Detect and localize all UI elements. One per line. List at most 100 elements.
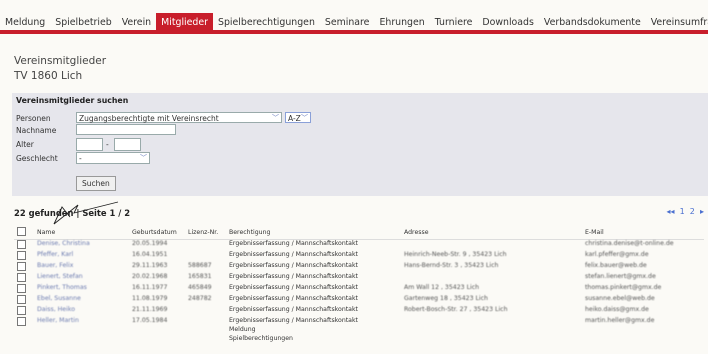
address-cell xyxy=(401,273,582,284)
address-cell xyxy=(401,240,582,252)
member-name-link[interactable]: Pfeffer, Karl xyxy=(34,251,129,262)
berechtigung-cell: Ergebnisserfassung / Mannschaftskontakt xyxy=(226,273,401,284)
nav-item-turniere[interactable]: Turniere xyxy=(430,13,478,30)
row-checkbox[interactable] xyxy=(17,317,26,326)
row-checkbox-cell xyxy=(14,317,34,342)
license-cell xyxy=(185,306,226,317)
table-row: Ebel, Susanne 11.08.1979 248782 Ergebnisser… xyxy=(14,295,704,306)
license-cell: 465849 xyxy=(188,284,212,291)
member-name-link[interactable]: Bauer, Felix xyxy=(34,262,129,273)
member-name-link[interactable]: Lienert, Stefan xyxy=(34,273,129,284)
nachname-input[interactable] xyxy=(76,124,176,135)
row-checkbox-cell xyxy=(14,251,34,262)
row-checkbox-cell xyxy=(14,295,34,306)
berechtigung-cell: Ergebnisserfassung / Mannschaftskontakt xyxy=(226,262,401,273)
nav-item-verein[interactable]: Verein xyxy=(117,13,156,30)
sort-select[interactable]: A-Z ﹀ xyxy=(285,112,311,123)
address-cell: Hans-Bernd-Str. 3 , 35423 Lich xyxy=(404,262,499,269)
birthdate-cell: 16.04.1951 xyxy=(132,251,168,258)
member-name-link[interactable]: Daiss, Heiko xyxy=(34,306,129,317)
member-name-link[interactable]: Ebel, Susanne xyxy=(34,295,129,306)
alter-separator: - xyxy=(106,140,109,149)
row-checkbox-cell xyxy=(14,284,34,295)
member-name-link[interactable]: Heller, Martin xyxy=(34,317,129,342)
page-link-2[interactable]: 2 xyxy=(690,207,695,216)
main-nav: Meldung Spielbetrieb Verein Mitglieder Spiel… xyxy=(0,10,708,34)
nav-item-spielbetrieb[interactable]: Spielbetrieb xyxy=(50,13,116,30)
nav-item-ehrungen[interactable]: Ehrungen xyxy=(374,13,429,30)
member-name-link[interactable]: Pinkert, Thomas xyxy=(34,284,129,295)
club-name: TV 1860 Lich xyxy=(14,70,83,82)
nav-item-seminare[interactable]: Seminare xyxy=(320,13,375,30)
license-cell: 588687 xyxy=(188,262,212,269)
table-row: Denise, Christina 20.05.1994 Ergebnisserfa… xyxy=(14,240,704,252)
next-page-icon[interactable]: ▸ xyxy=(700,207,704,216)
berechtigung-text: Ergebnisserfassung / Mannschaftskontakt xyxy=(229,262,358,269)
page-link-1[interactable]: 1 xyxy=(680,207,685,216)
birthdate-cell: 20.02.1968 xyxy=(132,273,168,280)
row-checkbox[interactable] xyxy=(17,240,26,249)
select-all-checkbox[interactable] xyxy=(17,227,26,236)
table-row: Pinkert, Thomas 16.11.1977 465849 Ergebniss… xyxy=(14,284,704,295)
address-cell: Gartenweg 18 , 35423 Lich xyxy=(404,295,488,302)
birthdate-cell: 17.05.1984 xyxy=(132,317,168,324)
col-lizenz[interactable]: Lizenz-Nr. xyxy=(185,226,226,240)
page-title: Vereinsmitglieder xyxy=(14,55,107,67)
search-panel: Vereinsmitglieder suchen Personen Zugang… xyxy=(12,93,708,196)
alter-to-input[interactable] xyxy=(114,138,141,151)
address-cell: Heinrich-Neeb-Str. 9 , 35423 Lich xyxy=(404,251,507,258)
chevron-down-icon: ﹀ xyxy=(272,114,279,122)
table-row: Lienert, Stefan 20.02.1968 165831 Ergebniss… xyxy=(14,273,704,284)
member-name-link[interactable]: Denise, Christina xyxy=(34,240,129,252)
row-checkbox-cell xyxy=(14,273,34,284)
email-cell: heiko.daiss@gmx.de xyxy=(585,306,649,313)
personen-select[interactable]: Zugangsberechtigte mit Vereinsrecht ﹀ xyxy=(76,112,282,123)
license-cell: 248782 xyxy=(188,295,212,302)
row-checkbox[interactable] xyxy=(17,295,26,304)
suchen-button[interactable]: Suchen xyxy=(76,176,116,191)
row-checkbox[interactable] xyxy=(17,251,26,260)
license-cell xyxy=(185,240,226,252)
personen-value: Zugangsberechtigte mit Vereinsrecht xyxy=(79,114,219,123)
chevron-down-icon: ﹀ xyxy=(301,114,308,122)
berechtigung-text: Ergebnisserfassung / Mannschaftskontakt xyxy=(229,295,358,302)
row-checkbox[interactable] xyxy=(17,262,26,271)
members-table: Name Geburtsdatum Lizenz-Nr. Berechtigun… xyxy=(14,226,704,342)
geschlecht-select[interactable]: - ﹀ xyxy=(76,152,150,164)
nav-item-spielberechtigungen[interactable]: Spielberechtigungen xyxy=(213,13,320,30)
pagination: ◂◂ 1 2 ▸ xyxy=(666,207,704,216)
search-panel-title: Vereinsmitglieder suchen xyxy=(16,96,129,105)
email-cell: christina.denise@t-online.de xyxy=(585,240,674,247)
nav-item-downloads[interactable]: Downloads xyxy=(477,13,539,30)
berechtigung-text: Ergebnisserfassung / Mannschaftskontakt xyxy=(229,284,358,291)
email-cell: felix.bauer@web.de xyxy=(585,262,647,269)
row-checkbox[interactable] xyxy=(17,284,26,293)
col-adresse[interactable]: Adresse xyxy=(401,226,582,240)
row-checkbox[interactable] xyxy=(17,273,26,282)
geschlecht-label: Geschlecht xyxy=(16,154,58,163)
berechtigung-text: Ergebnisserfassung / Mannschaftskontakt xyxy=(229,240,358,247)
berechtigung-text: Ergebnisserfassung / Mannschaftskontakt xyxy=(229,317,358,324)
col-berechtigung[interactable]: Berechtigung xyxy=(226,226,401,240)
nav-item-vereinsumfragen[interactable]: Vereinsumfragen xyxy=(646,13,708,30)
first-page-icon[interactable]: ◂◂ xyxy=(666,207,674,216)
nav-item-verbandsdokumente[interactable]: Verbandsdokumente xyxy=(539,13,646,30)
row-checkbox[interactable] xyxy=(17,306,26,315)
alter-from-input[interactable] xyxy=(76,138,103,151)
col-email[interactable]: E-Mail xyxy=(582,226,704,240)
birthdate-cell: 16.11.1977 xyxy=(132,284,168,291)
berechtigung-cell: Ergebnisserfassung / Mannschaftskontakt xyxy=(226,295,401,306)
email-cell: susanne.ebel@web.de xyxy=(585,295,655,302)
nav-item-mitglieder[interactable]: Mitglieder xyxy=(156,13,213,30)
row-checkbox-cell xyxy=(14,240,34,252)
nav-item-meldung[interactable]: Meldung xyxy=(0,13,50,30)
license-cell xyxy=(185,317,226,342)
col-geburtsdatum[interactable]: Geburtsdatum xyxy=(129,226,185,240)
table-row: Pfeffer, Karl 16.04.1951 Ergebnisserfassun… xyxy=(14,251,704,262)
berechtigung-text: Ergebnisserfassung / Mannschaftskontakt xyxy=(229,273,358,280)
address-cell: Am Wall 12 , 35423 Lich xyxy=(404,284,480,291)
birthdate-cell: 20.05.1994 xyxy=(132,240,168,247)
email-cell: martin.heller@gmx.de xyxy=(585,317,655,324)
license-cell: 165831 xyxy=(188,273,212,280)
col-name[interactable]: Name xyxy=(34,226,129,240)
